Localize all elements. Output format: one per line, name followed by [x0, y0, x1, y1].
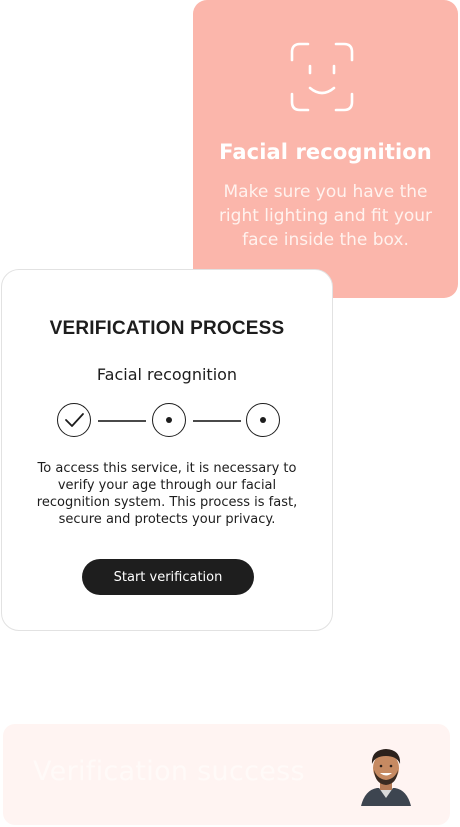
success-message: Verification success [33, 756, 305, 787]
current-step-label: Facial recognition [96, 365, 238, 384]
dot-icon [260, 417, 266, 423]
verification-description: To access this service, it is necessary … [36, 461, 298, 527]
user-avatar [361, 749, 411, 806]
step-connector [98, 420, 146, 422]
facial-recognition-title: Facial recognition [219, 140, 432, 164]
step-2-pending [152, 403, 186, 437]
verification-success-toast: Verification success [3, 724, 450, 825]
dot-icon [166, 417, 172, 423]
step-3-pending [246, 403, 280, 437]
check-icon [65, 413, 84, 427]
verification-process-card: VERIFICATION PROCESS Facial recognition … [1, 269, 333, 631]
verification-title: VERIFICATION PROCESS [49, 318, 285, 339]
step-connector [193, 420, 241, 422]
step-1-completed [57, 403, 91, 437]
start-verification-button[interactable]: Start verification [82, 559, 254, 595]
facial-recognition-card: Facial recognition Make sure you have th… [193, 0, 458, 298]
progress-stepper [55, 403, 281, 441]
face-scan-icon [290, 42, 354, 112]
facial-recognition-description: Make sure you have the right lighting an… [218, 182, 433, 250]
